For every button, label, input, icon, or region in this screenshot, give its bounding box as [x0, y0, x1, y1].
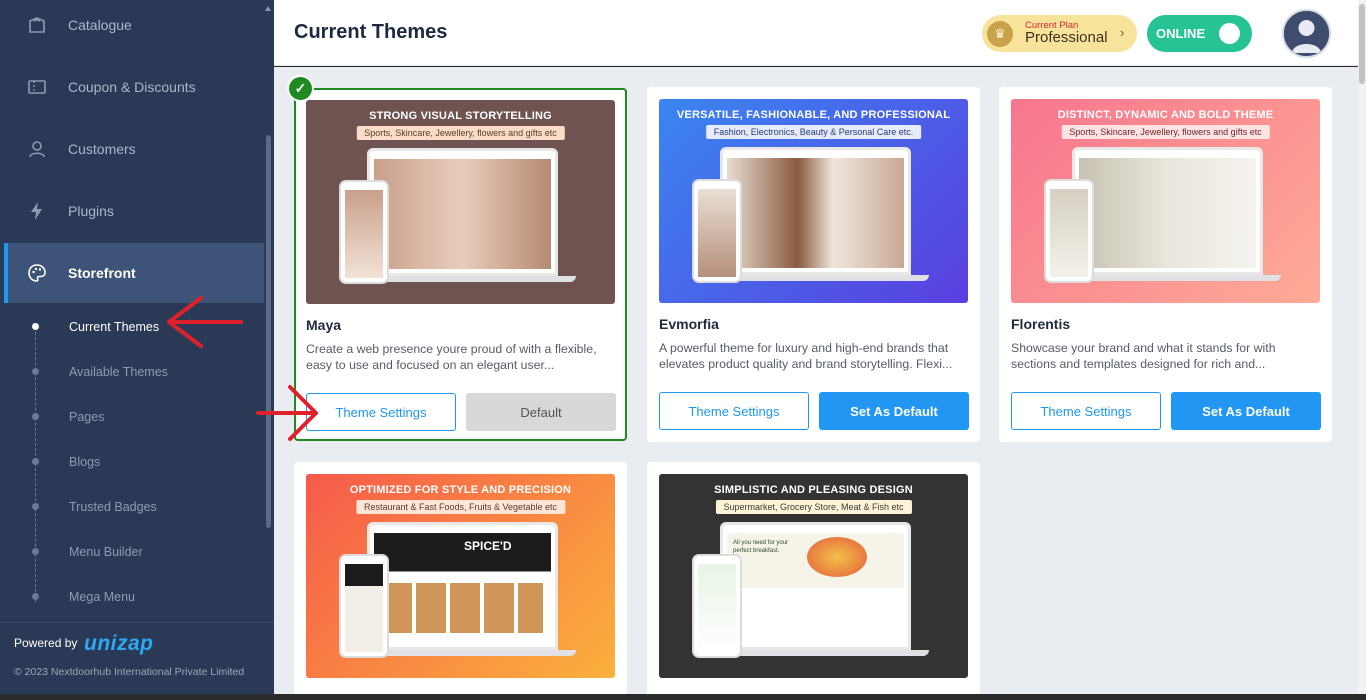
set-as-default-button[interactable]: Set As Default: [819, 392, 969, 430]
theme-preview-image: DISTINCT, DYNAMIC AND BOLD THEME Sports,…: [1011, 99, 1320, 303]
theme-headline: STRONG VISUAL STORYTELLING: [369, 110, 552, 122]
page-title: Current Themes: [294, 21, 448, 43]
window-bottom-edge: [0, 694, 1366, 700]
sidebar-subitem-blogs[interactable]: Blogs: [69, 455, 100, 469]
plan-name: Professional: [1025, 29, 1108, 46]
coupon-icon: [26, 76, 48, 98]
copyright-text: © 2023 Nextdoorhub International Private…: [14, 666, 245, 678]
theme-preview-image: SIMPLISTIC AND PLEASING DESIGN Supermark…: [659, 474, 968, 678]
theme-tagline: Restaurant & Fast Foods, Fruits & Vegeta…: [355, 500, 566, 514]
phone-mockup: [692, 179, 742, 283]
theme-card-grocery: SIMPLISTIC AND PLEASING DESIGN Supermark…: [647, 462, 980, 694]
submenu-dot: [32, 593, 39, 600]
theme-tagline: Sports, Skincare, Jewellery, flowers and…: [356, 126, 565, 140]
phone-mockup: [692, 554, 742, 658]
theme-description: Showcase your brand and what it stands f…: [1011, 341, 1276, 371]
laptop-mockup: All you need for your perfect breakfast.: [720, 522, 911, 650]
unizap-logo: unizap: [84, 632, 154, 655]
screen-brand-text: SPICE'D: [464, 539, 512, 553]
phone-mockup: [339, 554, 389, 658]
laptop-mockup: [367, 148, 558, 276]
sidebar-item-storefront[interactable]: Storefront: [4, 243, 264, 303]
scrollbar-thumb[interactable]: [1359, 4, 1365, 84]
theme-preview-image: OPTIMIZED FOR STYLE AND PRECISION Restau…: [306, 474, 615, 678]
theme-settings-button[interactable]: Theme Settings: [306, 393, 456, 431]
page-scrollbar[interactable]: [1358, 0, 1366, 694]
theme-name: Evmorfia: [659, 316, 719, 332]
selected-check-icon: ✓: [287, 75, 314, 102]
theme-name: Florentis: [1011, 316, 1071, 332]
theme-headline: VERSATILE, FASHIONABLE, AND PROFESSIONAL: [676, 109, 951, 121]
annotation-arrow-icon: [167, 296, 243, 348]
theme-preview-image: VERSATILE, FASHIONABLE, AND PROFESSIONAL…: [659, 99, 968, 303]
phone-mockup: [1044, 179, 1094, 283]
sidebar-scrollbar[interactable]: [266, 135, 271, 528]
sidebar-subitem-pages[interactable]: Pages: [69, 410, 104, 424]
sidebar-subitem-current-themes[interactable]: Current Themes: [69, 320, 159, 334]
online-status-label: ONLINE: [1156, 26, 1206, 41]
catalogue-icon: [26, 14, 48, 36]
submenu-dot: [32, 458, 39, 465]
screen-hero-text: All you need for your perfect breakfast.: [733, 540, 789, 554]
theme-headline: OPTIMIZED FOR STYLE AND PRECISION: [349, 484, 572, 496]
theme-card-evmorfia: VERSATILE, FASHIONABLE, AND PROFESSIONAL…: [647, 87, 980, 442]
laptop-mockup: [1072, 147, 1263, 275]
current-plan-button[interactable]: ♛ Current Plan Professional ›: [982, 15, 1137, 52]
laptop-mockup: SPICE'D: [367, 522, 558, 650]
avatar[interactable]: [1282, 9, 1331, 58]
customer-icon: [26, 138, 48, 160]
sidebar-subitem-trusted-badges[interactable]: Trusted Badges: [69, 500, 157, 514]
theme-settings-button[interactable]: Theme Settings: [1011, 392, 1161, 430]
theme-headline: SIMPLISTIC AND PLEASING DESIGN: [714, 484, 913, 496]
theme-description: A powerful theme for luxury and high-end…: [659, 341, 953, 371]
powered-by-label: Powered by: [14, 636, 78, 650]
sidebar-item-customers[interactable]: Customers: [4, 119, 264, 179]
submenu-dot: [32, 413, 39, 420]
theme-headline: DISTINCT, DYNAMIC AND BOLD THEME: [1057, 109, 1274, 121]
theme-card-restaurant: OPTIMIZED FOR STYLE AND PRECISION Restau…: [294, 462, 627, 694]
online-toggle[interactable]: ONLINE: [1147, 15, 1252, 52]
theme-name: Maya: [306, 317, 342, 333]
set-as-default-button[interactable]: Set As Default: [1171, 392, 1321, 430]
sidebar-subitem-available-themes[interactable]: Available Themes: [69, 365, 168, 379]
chevron-right-icon: ›: [1120, 25, 1125, 40]
sidebar-subitem-menu-builder[interactable]: Menu Builder: [69, 545, 143, 559]
divider: [0, 622, 274, 623]
theme-preview-image: STRONG VISUAL STORYTELLING Sports, Skinc…: [306, 100, 615, 304]
theme-description: Create a web presence youre proud of wit…: [306, 342, 597, 372]
theme-settings-button[interactable]: Theme Settings: [659, 392, 809, 430]
annotation-arrow-icon: [256, 385, 318, 441]
sidebar-item-plugins[interactable]: Plugins: [4, 181, 264, 241]
sidebar-subitem-mega-menu[interactable]: Mega Menu: [69, 590, 135, 604]
theme-card-maya: STRONG VISUAL STORYTELLING Sports, Skinc…: [294, 88, 627, 441]
theme-tagline: Sports, Skincare, Jewellery, flowers and…: [1061, 125, 1270, 139]
submenu-dot: [32, 548, 39, 555]
default-button[interactable]: Default: [466, 393, 616, 431]
sidebar-item-catalogue[interactable]: Catalogue: [4, 0, 264, 55]
top-header: Current Themes ♛ Current Plan Profession…: [274, 0, 1358, 66]
main-content: STRONG VISUAL STORYTELLING Sports, Skinc…: [274, 67, 1358, 694]
phone-mockup: [339, 180, 389, 284]
laptop-mockup: [720, 147, 911, 275]
bolt-icon: [26, 200, 48, 222]
palette-icon: [26, 262, 48, 284]
submenu-dot: [32, 323, 39, 330]
theme-tagline: Supermarket, Grocery Store, Meat & Fish …: [715, 500, 912, 514]
scroll-up-arrow[interactable]: [265, 6, 271, 11]
crown-icon: ♛: [987, 21, 1013, 47]
submenu-dot: [32, 368, 39, 375]
toggle-knob: [1219, 23, 1240, 44]
theme-card-florentis: DISTINCT, DYNAMIC AND BOLD THEME Sports,…: [999, 87, 1332, 442]
submenu-dot: [32, 503, 39, 510]
sidebar-item-coupons[interactable]: Coupon & Discounts: [4, 57, 264, 117]
theme-tagline: Fashion, Electronics, Beauty & Personal …: [705, 125, 922, 139]
